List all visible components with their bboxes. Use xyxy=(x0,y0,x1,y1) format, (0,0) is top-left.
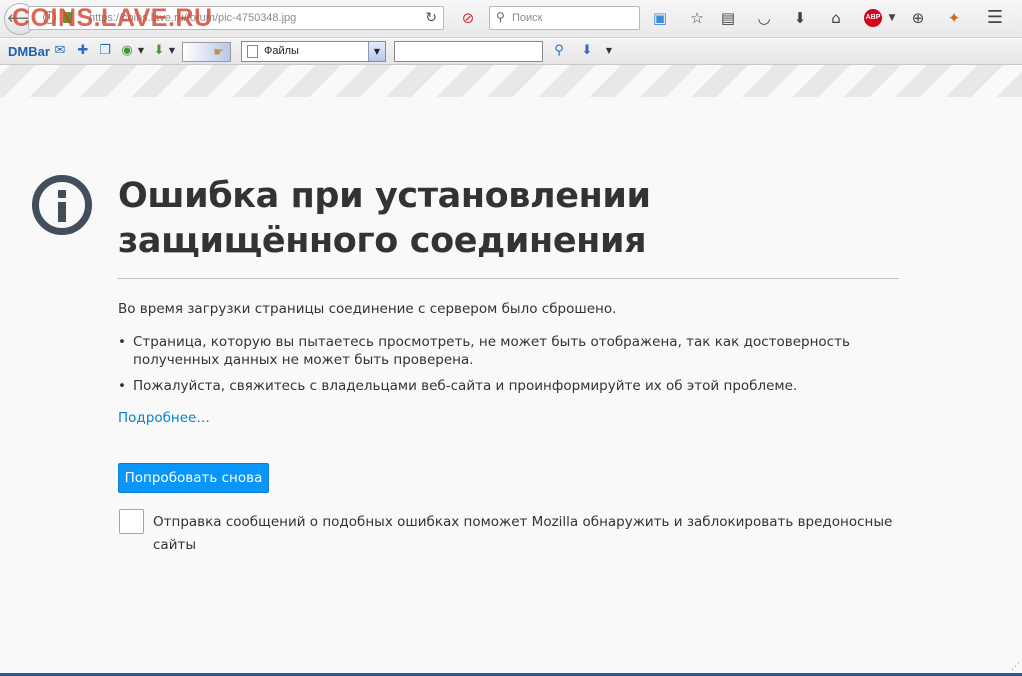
dm-search-input[interactable] xyxy=(394,41,543,62)
search-bar[interactable]: ⚲ Поиск xyxy=(489,6,640,30)
watermark-logo: COINS.LAVE.RU xyxy=(12,4,213,32)
dm-windows-icon[interactable]: ❐ xyxy=(96,42,114,60)
menu-icon[interactable]: ☰ xyxy=(985,8,1005,28)
chevron-down-icon[interactable]: ▼ xyxy=(600,42,618,60)
chevron-down-icon[interactable]: ▼ xyxy=(882,8,902,28)
learn-more-link[interactable]: Подробнее… xyxy=(118,410,210,426)
adblock-icon[interactable]: ABP xyxy=(864,9,882,27)
addon-icon[interactable]: ✦ xyxy=(944,8,964,28)
search-placeholder: Поиск xyxy=(512,12,543,24)
dmbar-toolbar: DMBar ✉ ✚ ❐ ◉ ▼ ⬇ ▼ ☛ Файлы ▼ ⚲ ⬇ ▼ xyxy=(0,39,1022,65)
error-intro: Во время загрузки страницы соединение с … xyxy=(118,301,617,317)
network-addon-icon[interactable]: ⊕ xyxy=(908,8,928,28)
screenshot-addon-icon[interactable]: ▣ xyxy=(650,8,670,28)
reading-list-icon[interactable]: ▤ xyxy=(718,8,738,28)
home-icon[interactable]: ⌂ xyxy=(826,8,846,28)
no-script-icon[interactable]: ⊘ xyxy=(458,8,478,28)
bullet-text: Пожалуйста, свяжитесь с владельцами веб-… xyxy=(133,378,798,394)
info-circle-icon xyxy=(32,175,92,235)
pocket-icon[interactable]: ◡ xyxy=(754,8,774,28)
dm-chat-icon[interactable]: ✉ xyxy=(51,42,69,60)
dmbar-label[interactable]: DMBar xyxy=(8,44,50,59)
navigation-toolbar: ⟵ i https://coins.lave.ru/forum/pic-4750… xyxy=(0,0,1022,38)
downloads-icon[interactable]: ⬇ xyxy=(790,8,810,28)
report-checkbox[interactable] xyxy=(119,509,144,534)
chevron-down-icon[interactable]: ▼ xyxy=(368,42,385,61)
bullet-dot: • xyxy=(118,378,126,394)
title-divider xyxy=(118,278,899,279)
error-title: Ошибка при установлении защищённого соед… xyxy=(118,176,651,261)
try-again-button[interactable]: Попробовать снова xyxy=(118,463,269,493)
dm-select-value: Файлы xyxy=(264,45,299,57)
reload-icon[interactable]: ↻ xyxy=(425,10,437,26)
dm-search-icon[interactable]: ⚲ xyxy=(550,42,568,60)
info-bar xyxy=(58,202,66,222)
file-icon xyxy=(247,45,258,58)
report-label: Отправка сообщений о подобных ошибках по… xyxy=(153,514,893,553)
chevron-down-icon[interactable]: ▼ xyxy=(163,42,181,60)
bullet-dot: • xyxy=(118,334,126,350)
bullet-item: • Страница, которую вы пытаетесь просмот… xyxy=(118,333,878,369)
bullet-text: Страница, которую вы пытаетесь просмотре… xyxy=(133,334,850,368)
bookmark-star-icon[interactable]: ☆ xyxy=(687,8,707,28)
dm-file-type-select[interactable]: Файлы ▼ xyxy=(241,41,386,62)
dm-slider[interactable]: ☛ xyxy=(182,42,231,62)
info-dot xyxy=(58,190,66,198)
warning-stripes xyxy=(0,65,1022,97)
search-icon: ⚲ xyxy=(496,10,505,24)
chevron-down-icon[interactable]: ▼ xyxy=(132,42,150,60)
hand-icon: ☛ xyxy=(213,45,224,59)
dm-arrow-down-icon[interactable]: ⬇ xyxy=(578,42,596,60)
dm-add-icon[interactable]: ✚ xyxy=(74,42,92,60)
resize-grip-icon[interactable]: ⋰ xyxy=(1011,662,1020,672)
bullet-item: • Пожалуйста, свяжитесь с владельцами ве… xyxy=(118,377,878,395)
